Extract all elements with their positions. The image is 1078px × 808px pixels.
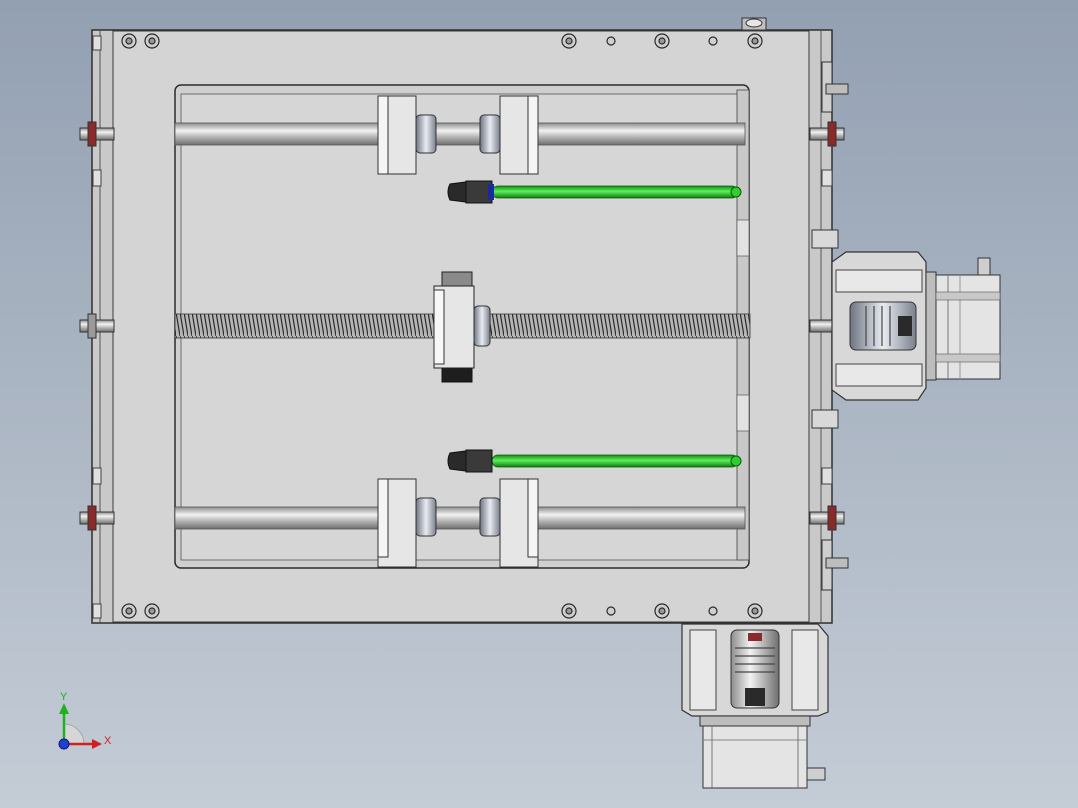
coordinate-triad-icon: Y X — [58, 691, 112, 750]
triad-x-label: X — [104, 735, 112, 747]
linear-rod-top[interactable] — [174, 122, 746, 146]
linear-rod-bottom[interactable] — [174, 506, 746, 530]
shaft-coupling-bottom[interactable] — [730, 629, 780, 709]
triad-y-label: Y — [60, 691, 68, 703]
top-knob — [741, 17, 767, 31]
shaft-coupling-right[interactable] — [849, 301, 917, 351]
cad-viewport[interactable]: Y X — [0, 0, 1078, 808]
